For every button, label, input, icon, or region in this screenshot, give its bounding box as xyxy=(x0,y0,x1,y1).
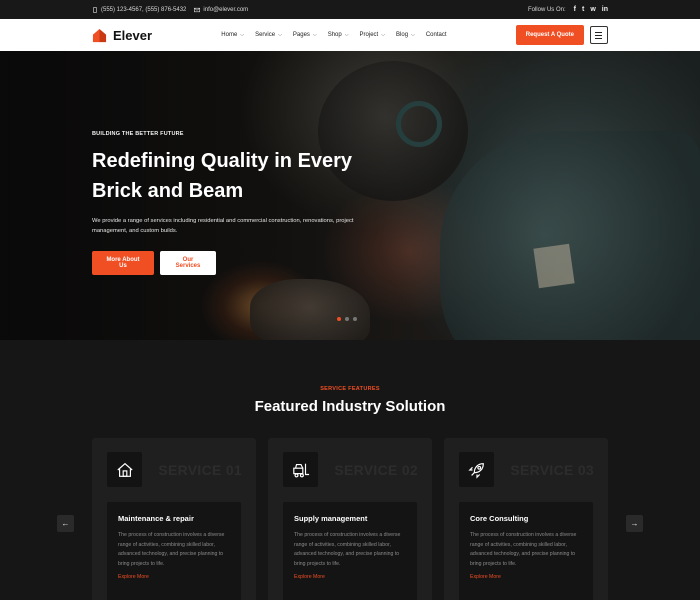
service-title: Supply management xyxy=(294,514,368,523)
chevron-down-icon: ⌵ xyxy=(344,32,349,38)
menu-item-shop[interactable]: Shop ⌵ xyxy=(328,32,349,38)
service-card: SERVICE 02 Supply management The process… xyxy=(268,438,432,600)
menu-item-project[interactable]: Project ⌵ xyxy=(360,32,385,38)
hero-eyebrow: BUILDING THE BETTER FUTURE xyxy=(92,131,184,137)
request-quote-button[interactable]: Request A Quote xyxy=(515,25,584,45)
hero-description: We provide a range of services including… xyxy=(92,218,354,234)
services-title: Featured Industry Solution xyxy=(254,398,446,415)
arrow-left-icon: ← xyxy=(61,519,70,528)
service-title: Maintenance & repair xyxy=(118,514,194,523)
prev-arrow-button[interactable]: ← xyxy=(57,515,74,532)
email-text: info@elever.com xyxy=(203,6,249,13)
phone-item[interactable]: (555) 123-4567, (555) 876-5432 xyxy=(92,6,187,13)
menu-label: Service xyxy=(255,32,276,38)
slider-dot-1[interactable] xyxy=(337,317,341,321)
service-icon-box xyxy=(459,452,494,487)
slider-dot-3[interactable] xyxy=(353,317,357,321)
menu-label: Contact xyxy=(425,32,447,38)
phone-text: (555) 123-4567, (555) 876-5432 xyxy=(101,6,187,13)
chevron-down-icon: ⌵ xyxy=(240,32,245,38)
service-description: The process of construction involves a d… xyxy=(294,532,401,567)
social-links: f t w in xyxy=(574,6,608,13)
our-services-button[interactable]: Our Services xyxy=(160,251,216,275)
follow-label: Follow Us On: xyxy=(527,6,566,13)
service-card: SERVICE 01 Maintenance & repair The proc… xyxy=(92,438,256,600)
service-card-body: Supply management The process of constru… xyxy=(283,502,417,600)
menu-item-home[interactable]: Home ⌵ xyxy=(221,32,244,38)
menu-label: Project xyxy=(359,32,379,38)
slider-dot-2[interactable] xyxy=(345,317,349,321)
brand-logo[interactable]: Elever xyxy=(92,28,152,43)
service-icon-box xyxy=(107,452,142,487)
service-number: SERVICE 02 xyxy=(334,462,418,478)
services-eyebrow: SERVICE FEATURES xyxy=(320,386,380,392)
hamburger-menu-icon[interactable] xyxy=(589,26,608,44)
service-title: Core Consulting xyxy=(470,514,529,523)
menu-label: Home xyxy=(221,32,238,38)
twitter-icon[interactable]: t xyxy=(582,6,584,13)
main-menu: Home ⌵ Service ⌵ Pages ⌵ Shop ⌵ Project ⌵ Blo… xyxy=(221,32,446,38)
next-arrow-button[interactable]: → xyxy=(626,515,643,532)
nav-actions: Request A Quote xyxy=(515,25,608,45)
house-repair-icon xyxy=(116,462,133,477)
phone-icon xyxy=(93,6,97,13)
chevron-down-icon: ⌵ xyxy=(411,32,415,38)
chevron-down-icon: ⌵ xyxy=(312,32,317,38)
explore-more-link[interactable]: Explore More xyxy=(118,574,230,580)
rocket-icon xyxy=(467,462,484,479)
slider-dots xyxy=(337,317,357,321)
arrow-right-icon: → xyxy=(630,519,639,528)
menu-item-contact[interactable]: Contact xyxy=(426,32,447,38)
menu-label: Pages xyxy=(292,32,310,38)
whatsapp-icon[interactable]: w xyxy=(590,6,595,13)
explore-more-link[interactable]: Explore More xyxy=(294,574,406,580)
service-number: SERVICE 03 xyxy=(510,462,594,478)
hero-section: BUILDING THE BETTER FUTURE Redefining Qu… xyxy=(0,51,700,340)
explore-more-link[interactable]: Explore More xyxy=(470,574,582,580)
more-about-us-button[interactable]: More About Us xyxy=(92,251,154,275)
menu-label: Shop xyxy=(327,32,342,38)
chevron-down-icon: ⌵ xyxy=(381,32,386,38)
services-section: SERVICE FEATURES Featured Industry Solut… xyxy=(0,340,700,600)
main-navbar: Elever Home ⌵ Service ⌵ Pages ⌵ Shop ⌵ Proje… xyxy=(0,19,700,51)
mail-icon xyxy=(194,7,201,12)
forklift-icon xyxy=(292,463,309,477)
linkedin-icon[interactable]: in xyxy=(602,6,608,13)
email-item[interactable]: info@elever.com xyxy=(194,7,248,13)
service-card: SERVICE 03 Core Consulting The process o… xyxy=(444,438,608,600)
service-card-body: Maintenance & repair The process of cons… xyxy=(107,502,241,600)
facebook-icon[interactable]: f xyxy=(574,6,576,13)
service-number: SERVICE 01 xyxy=(158,462,242,478)
chevron-down-icon: ⌵ xyxy=(278,32,282,38)
contact-info: (555) 123-4567, (555) 876-5432 info@elev… xyxy=(92,6,248,13)
service-description: The process of construction involves a d… xyxy=(470,532,577,567)
house-logo-icon xyxy=(92,28,107,42)
brand-name: Elever xyxy=(113,27,153,43)
service-description: The process of construction involves a d… xyxy=(118,532,225,567)
menu-item-blog[interactable]: Blog ⌵ xyxy=(396,32,415,38)
social-area: Follow Us On: f t w in xyxy=(528,6,608,13)
hero-title: Redefining Quality in Every Brick and Be… xyxy=(92,150,353,202)
service-icon-box xyxy=(283,452,318,487)
service-card-body: Core Consulting The process of construct… xyxy=(459,502,593,600)
top-bar: (555) 123-4567, (555) 876-5432 info@elev… xyxy=(0,0,700,19)
menu-item-service[interactable]: Service ⌵ xyxy=(255,32,282,38)
hero-content: BUILDING THE BETTER FUTURE Redefining Qu… xyxy=(92,131,372,275)
menu-item-pages[interactable]: Pages ⌵ xyxy=(293,32,317,38)
hero-buttons: More About Us Our Services xyxy=(92,251,372,275)
menu-label: Blog xyxy=(396,32,409,38)
